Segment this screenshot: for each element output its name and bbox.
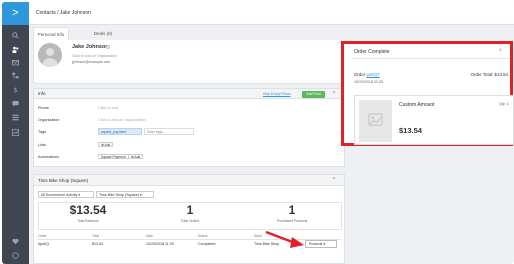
contact-header: Jake Johnson Click to add an Organizatio… bbox=[33, 40, 345, 84]
info-header: Info bbox=[34, 89, 344, 99]
organization-hint[interactable]: Click to add an Organization bbox=[72, 54, 117, 58]
breadcrumb: Contacts / Jake Johnson bbox=[36, 10, 91, 16]
order-line: Order pxKQ7 bbox=[354, 72, 380, 77]
total-orders-stat: 1 Total Orders bbox=[140, 203, 240, 223]
info-panel: Info Hide Empty Fields Add Field ^ Phone… bbox=[33, 88, 345, 167]
annotation-arrow-icon bbox=[265, 230, 304, 248]
col-date: Date bbox=[146, 234, 153, 238]
campaigns-icon[interactable] bbox=[11, 59, 20, 66]
order-complete-title: Order Complete bbox=[354, 49, 390, 55]
search-icon[interactable] bbox=[11, 32, 20, 39]
col-status: Status bbox=[198, 234, 208, 238]
order-date-cell: 10/29/2018 11:25 bbox=[146, 242, 174, 246]
phone-label: Phone bbox=[38, 106, 49, 110]
breadcrumb-current: Jake Johnson bbox=[59, 10, 91, 16]
avatar[interactable] bbox=[38, 43, 62, 67]
products-dropdown-button[interactable]: Products ▾ bbox=[305, 240, 337, 248]
favorites-heart-icon[interactable] bbox=[11, 238, 20, 245]
purchased-products-stat: 1 Purchased Products bbox=[242, 203, 342, 223]
item-name: Custom Amount bbox=[399, 102, 435, 108]
lists-label: Lists bbox=[38, 143, 46, 147]
total-revenue-label: Total Revenue bbox=[77, 219, 99, 223]
add-list-label: Add bbox=[104, 143, 111, 147]
total-revenue-stat: $13.54 Total Revenue bbox=[38, 203, 138, 223]
order-label: Order bbox=[354, 72, 366, 77]
total-orders-value: 1 bbox=[186, 203, 194, 217]
add-list-button[interactable]: ⊕ Add bbox=[98, 142, 114, 147]
modal-divider bbox=[351, 58, 510, 59]
line-item-card: Custom Amount Qty: 1 $13.54 bbox=[354, 95, 514, 145]
item-price: $13.54 bbox=[399, 126, 422, 135]
automation-square-payment[interactable]: Square Payment bbox=[98, 154, 129, 159]
settings-icon[interactable] bbox=[105, 44, 111, 50]
product-image-placeholder bbox=[359, 100, 392, 142]
purchased-products-label: Purchased Products bbox=[276, 219, 308, 223]
add-automation-button[interactable]: ⊕ Add bbox=[128, 154, 144, 159]
automations-label: Automations bbox=[38, 155, 60, 159]
logo-chevron-icon[interactable]: > bbox=[2, 2, 29, 25]
top-bar: Contacts / Jake Johnson bbox=[29, 2, 514, 25]
help-icon[interactable] bbox=[11, 252, 20, 259]
activity-filter-value: All Ecommerce Activity bbox=[41, 193, 78, 197]
collapse-chevron-icon[interactable]: ^ bbox=[333, 91, 335, 97]
order-status-cell: Completed bbox=[198, 242, 216, 246]
order-total-cell: $13.54 bbox=[92, 242, 103, 246]
contact-tabs: Personal Info Deals (0) bbox=[33, 27, 345, 40]
image-icon bbox=[368, 113, 383, 126]
shop-title: Tims Bike Shop (Square) bbox=[38, 178, 89, 183]
tag-chip[interactable]: square_payment bbox=[98, 128, 142, 135]
col-order: Order bbox=[38, 234, 47, 238]
contact-name[interactable]: Jake Johnson bbox=[72, 44, 109, 50]
conversations-icon[interactable] bbox=[11, 100, 20, 107]
deals-icon[interactable]: $ bbox=[11, 86, 20, 93]
breadcrumb-separator: / bbox=[57, 10, 59, 16]
organization-label: Organization bbox=[38, 118, 60, 122]
automations-icon[interactable] bbox=[11, 72, 20, 79]
total-orders-label: Total Orders bbox=[180, 219, 200, 223]
shop-collapse-chevron-icon[interactable]: ^ bbox=[333, 177, 335, 183]
ecommerce-panel: Tims Bike Shop (Square) ^ All Ecommerce … bbox=[33, 174, 345, 264]
tab-deals[interactable]: Deals (0) bbox=[85, 27, 121, 40]
order-id-cell[interactable]: #pxKQ bbox=[38, 242, 49, 246]
col-store: Store bbox=[254, 234, 262, 238]
tags-label: Tags bbox=[38, 130, 47, 134]
contact-email[interactable]: jjohnson@example.com bbox=[72, 60, 110, 64]
organization-value[interactable]: Click to add an Organization bbox=[98, 118, 146, 122]
order-total: Order Total: $13.54 bbox=[470, 72, 508, 77]
purchased-products-value: 1 bbox=[288, 203, 296, 217]
phone-value[interactable]: Click to add bbox=[98, 106, 118, 110]
col-total: Total bbox=[92, 234, 99, 238]
reports-icon[interactable] bbox=[11, 129, 20, 136]
app-window: > $ Contacts / Jake Johnson Personal Inf… bbox=[2, 2, 514, 264]
sidebar: > $ bbox=[2, 2, 29, 264]
order-id-link[interactable]: pxKQ7 bbox=[366, 72, 379, 77]
tab-personal-info[interactable]: Personal Info bbox=[33, 27, 69, 40]
add-field-button[interactable]: Add Field bbox=[302, 90, 325, 98]
svg-text:$: $ bbox=[13, 87, 17, 93]
total-revenue-value: $13.54 bbox=[69, 203, 107, 217]
lists-icon[interactable] bbox=[11, 114, 20, 121]
shop-header: Tims Bike Shop (Square) bbox=[34, 175, 344, 186]
products-dropdown-label: Products bbox=[309, 242, 323, 246]
activity-filter-select[interactable]: All Ecommerce Activity ▾ bbox=[38, 191, 94, 198]
hide-empty-fields-link[interactable]: Hide Empty Fields bbox=[263, 92, 291, 96]
contacts-icon[interactable] bbox=[11, 46, 20, 53]
order-complete-panel: Order Complete × Order pxKQ7 Order Total… bbox=[341, 41, 514, 146]
shop-filter-select[interactable]: Tims Bike Shop (Square) ▾ bbox=[96, 191, 154, 198]
shop-filter-value: Tims Bike Shop (Square) bbox=[99, 193, 140, 197]
tags-input[interactable]: Enter tags... bbox=[144, 128, 194, 135]
close-icon[interactable]: × bbox=[498, 48, 502, 54]
item-quantity: Qty: 1 bbox=[498, 102, 509, 106]
info-title: Info bbox=[38, 91, 46, 96]
breadcrumb-contacts-link[interactable]: Contacts bbox=[36, 10, 56, 16]
add-automation-label: Add bbox=[134, 155, 141, 159]
order-date: 10/29/2018 11:25 bbox=[354, 80, 384, 84]
